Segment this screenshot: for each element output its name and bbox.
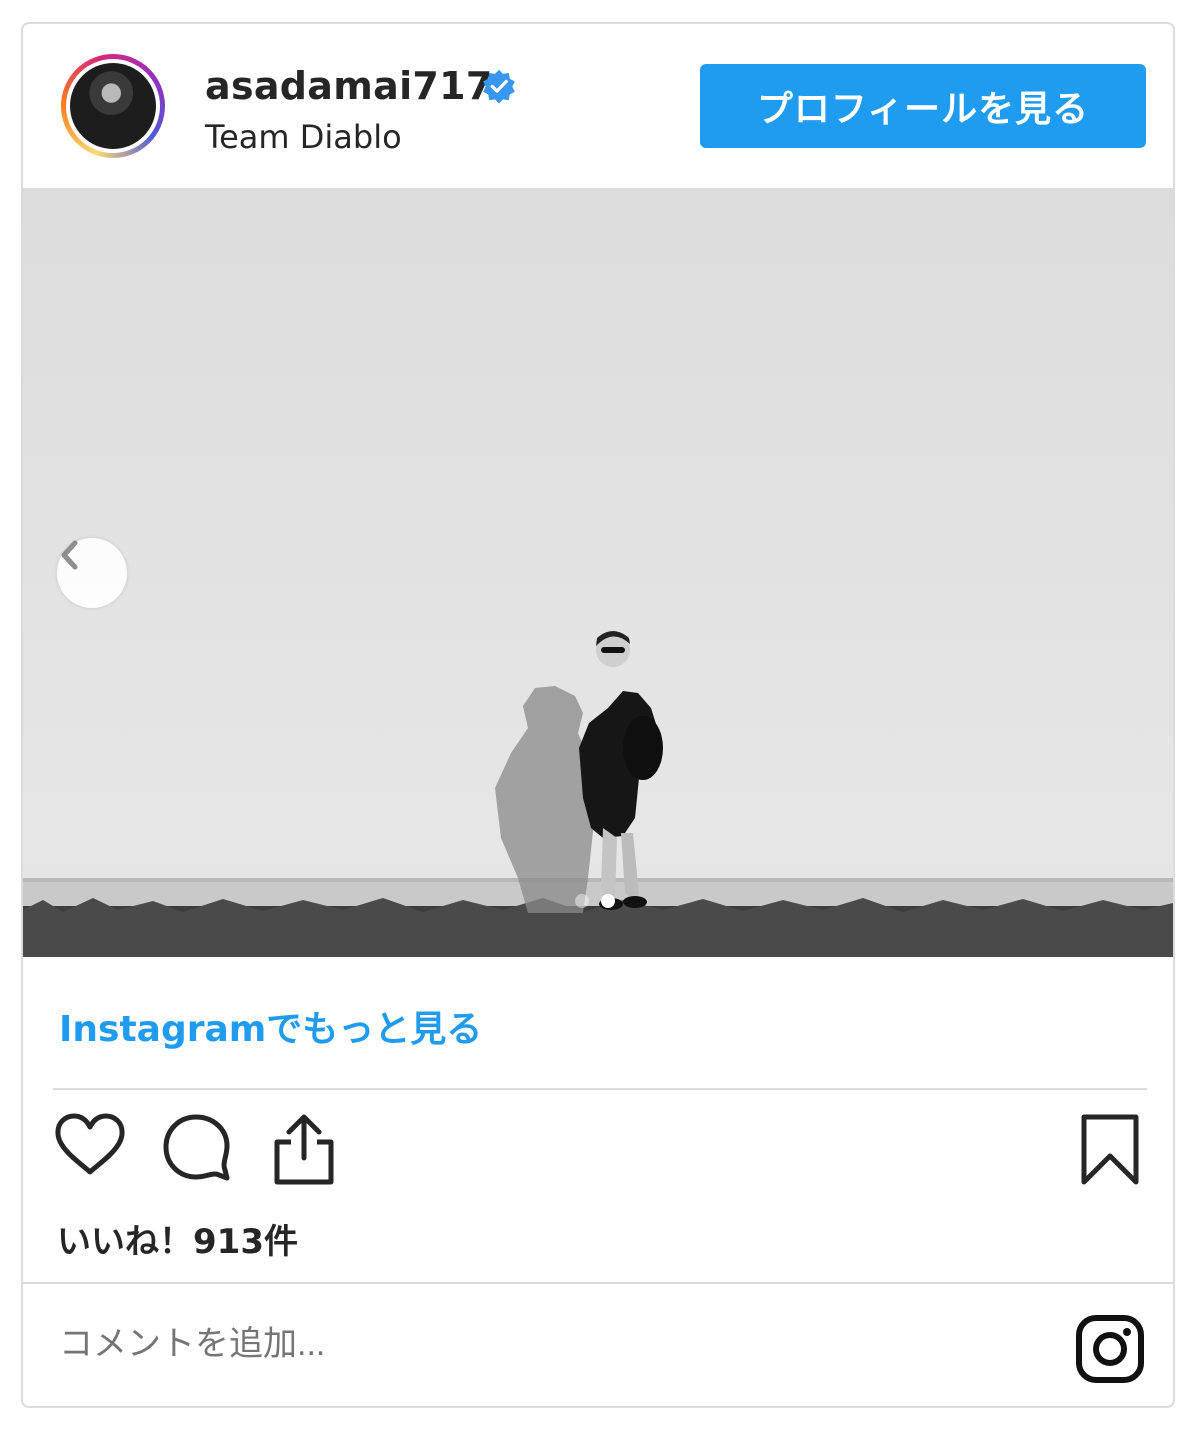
profile-subtitle: Team Diablo [205, 118, 402, 156]
divider [23, 1282, 1173, 1284]
carousel-prev-button[interactable] [57, 538, 127, 608]
instagram-icon[interactable] [1075, 1314, 1145, 1384]
carousel-dot-active [601, 894, 615, 908]
username[interactable]: asadamai717 [205, 64, 493, 108]
action-bar [23, 1112, 1173, 1192]
view-more-on-instagram-link[interactable]: Instagramでもっと見る [59, 1000, 482, 1052]
chevron-left-icon [61, 540, 78, 570]
divider [53, 1088, 1147, 1090]
instagram-embed-card: asadamai717 Team Diablo プロフィールを見る Instag… [21, 22, 1175, 1408]
carousel-dot [575, 894, 589, 908]
view-profile-button[interactable]: プロフィールを見る [700, 64, 1146, 148]
comment-icon[interactable] [161, 1112, 233, 1184]
like-count[interactable]: いいね！913件 [57, 1214, 298, 1263]
avatar[interactable] [61, 54, 165, 158]
avatar-photo [70, 63, 156, 149]
bookmark-icon[interactable] [1079, 1112, 1141, 1188]
comment-input[interactable] [57, 1324, 1041, 1365]
carousel-indicator [575, 894, 615, 908]
verified-badge-icon [483, 69, 515, 104]
share-icon[interactable] [271, 1112, 337, 1188]
post-header: asadamai717 Team Diablo プロフィールを見る [23, 24, 1173, 188]
post-photo[interactable] [23, 188, 1173, 957]
heart-icon[interactable] [53, 1112, 127, 1178]
photo-scene [23, 631, 1173, 957]
